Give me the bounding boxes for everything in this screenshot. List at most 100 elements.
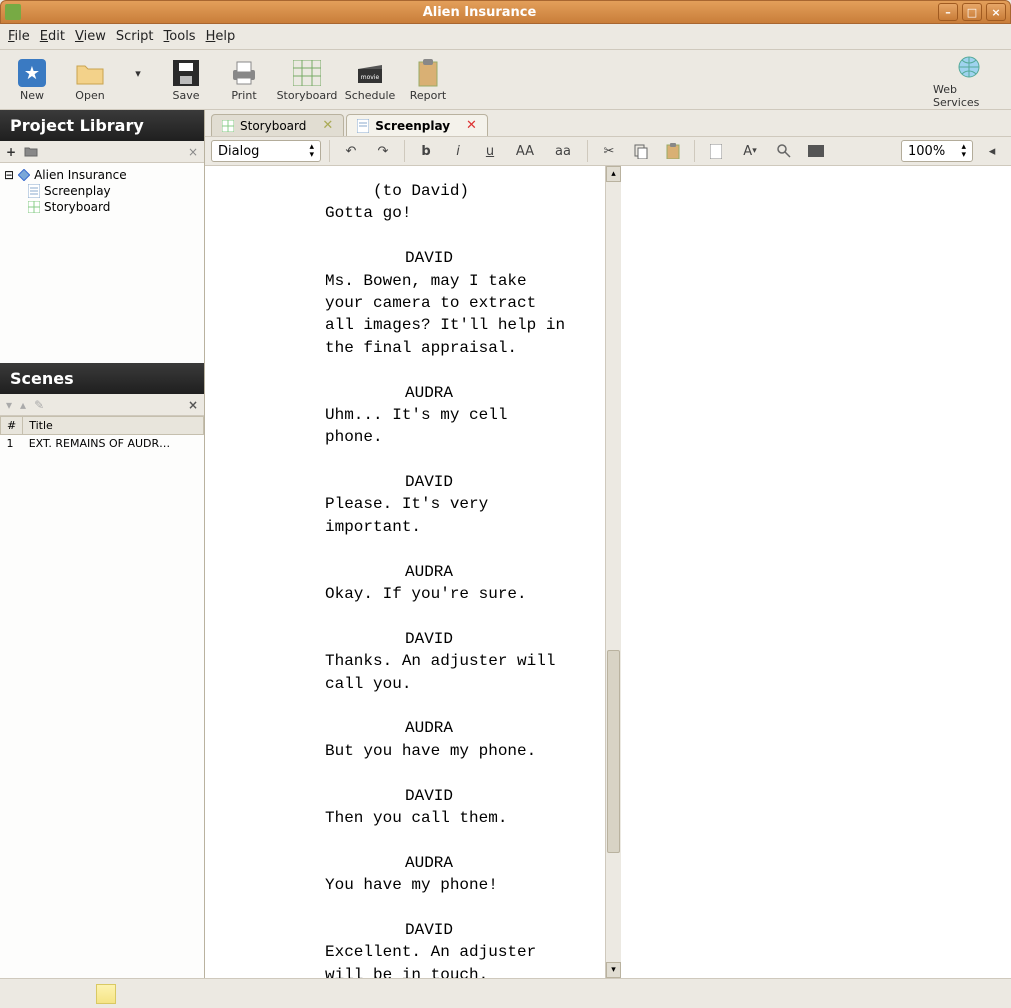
- copy-button[interactable]: [628, 139, 654, 163]
- page-button[interactable]: [703, 139, 729, 163]
- tree-screenplay[interactable]: Screenplay: [4, 183, 200, 199]
- scenes-table[interactable]: # Title 1 EXT. REMAINS OF AUDR…: [0, 416, 204, 978]
- script-line-dialog[interactable]: Excellent. An adjuster: [325, 941, 565, 963]
- close-button[interactable]: ×: [986, 3, 1006, 21]
- script-line-paren[interactable]: (to David): [325, 180, 565, 202]
- table-row[interactable]: 1 EXT. REMAINS OF AUDR…: [1, 435, 204, 453]
- script-line-dialog[interactable]: Please. It's very: [325, 493, 565, 515]
- open-button[interactable]: Open: [64, 57, 116, 102]
- underline-button[interactable]: u: [477, 139, 503, 163]
- vertical-scrollbar[interactable]: ▴ ▾: [605, 166, 621, 978]
- script-line-blank[interactable]: [325, 762, 565, 784]
- collapse-icon[interactable]: ⊟: [4, 168, 14, 182]
- menu-script[interactable]: Script: [116, 29, 154, 44]
- paste-button[interactable]: [660, 139, 686, 163]
- folder-button[interactable]: [24, 146, 38, 157]
- script-line-dialog[interactable]: all images? It'll help in: [325, 314, 565, 336]
- script-line-dialog[interactable]: Ms. Bowen, may I take: [325, 270, 565, 292]
- font-size-button[interactable]: A▾: [735, 139, 765, 163]
- script-line-dialog[interactable]: phone.: [325, 426, 565, 448]
- script-line-blank[interactable]: [325, 449, 565, 471]
- menu-help[interactable]: Help: [206, 29, 236, 44]
- script-line-dialog[interactable]: Gotta go!: [325, 202, 565, 224]
- close-scenes-button[interactable]: ×: [188, 398, 198, 412]
- menu-tools[interactable]: Tools: [164, 29, 196, 44]
- move-up-button[interactable]: ▴: [20, 398, 26, 412]
- tree-storyboard[interactable]: Storyboard: [4, 199, 200, 215]
- script-line-character[interactable]: AUDRA: [325, 717, 565, 739]
- menu-file[interactable]: File: [8, 29, 30, 44]
- script-line-blank[interactable]: [325, 225, 565, 247]
- script-line-character[interactable]: DAVID: [325, 628, 565, 650]
- script-line-blank[interactable]: [325, 829, 565, 851]
- notes-icon[interactable]: [96, 984, 116, 1004]
- script-line-dialog[interactable]: Then you call them.: [325, 807, 565, 829]
- script-line-dialog[interactable]: Okay. If you're sure.: [325, 583, 565, 605]
- script-line-dialog[interactable]: But you have my phone.: [325, 740, 565, 762]
- script-line-blank[interactable]: [325, 359, 565, 381]
- project-tree[interactable]: ⊟ Alien Insurance Screenplay Storyboard: [0, 163, 204, 363]
- col-number[interactable]: #: [1, 417, 23, 435]
- find-button[interactable]: [771, 139, 797, 163]
- undo-button[interactable]: ↶: [338, 139, 364, 163]
- svg-text:movie: movie: [361, 74, 380, 81]
- report-button[interactable]: Report: [402, 57, 454, 102]
- lowercase-button[interactable]: aa: [547, 139, 579, 163]
- italic-button[interactable]: i: [445, 139, 471, 163]
- script-line-dialog[interactable]: Uhm... It's my cell: [325, 404, 565, 426]
- schedule-button[interactable]: movie Schedule: [344, 57, 396, 102]
- view-mode-button[interactable]: [803, 139, 829, 163]
- script-line-character[interactable]: DAVID: [325, 785, 565, 807]
- script-line-dialog[interactable]: will be in touch.: [325, 964, 565, 978]
- menu-view[interactable]: View: [75, 29, 106, 44]
- zoom-select[interactable]: 100% ▴▾: [901, 140, 973, 162]
- script-line-dialog[interactable]: the final appraisal.: [325, 337, 565, 359]
- tab-screenplay[interactable]: Screenplay ✕: [346, 114, 488, 136]
- screenplay-editor[interactable]: (to David)Gotta go! DAVIDMs. Bowen, may …: [205, 166, 1011, 978]
- overflow-button[interactable]: ◂: [979, 139, 1005, 163]
- script-line-character[interactable]: DAVID: [325, 247, 565, 269]
- script-line-blank[interactable]: [325, 897, 565, 919]
- print-button[interactable]: Print: [218, 57, 270, 102]
- script-line-character[interactable]: AUDRA: [325, 852, 565, 874]
- redo-button[interactable]: ↷: [370, 139, 396, 163]
- style-select[interactable]: Dialog ▴▾: [211, 140, 321, 162]
- tree-project-root[interactable]: ⊟ Alien Insurance: [4, 167, 200, 183]
- scroll-thumb[interactable]: [607, 650, 620, 853]
- tab-storyboard[interactable]: Storyboard ✕: [211, 114, 344, 136]
- scroll-up-button[interactable]: ▴: [606, 166, 621, 182]
- script-line-character[interactable]: AUDRA: [325, 382, 565, 404]
- save-button[interactable]: Save: [160, 57, 212, 102]
- scroll-track[interactable]: [606, 182, 621, 962]
- minimize-button[interactable]: –: [938, 3, 958, 21]
- open-dropdown[interactable]: ▾: [122, 57, 154, 102]
- menu-edit[interactable]: Edit: [40, 29, 65, 44]
- script-line-character[interactable]: DAVID: [325, 919, 565, 941]
- close-icon[interactable]: ✕: [322, 118, 333, 133]
- move-down-button[interactable]: ▾: [6, 398, 12, 412]
- close-icon[interactable]: ✕: [466, 118, 477, 133]
- scroll-down-button[interactable]: ▾: [606, 962, 621, 978]
- edit-scene-button[interactable]: ✎: [34, 398, 44, 412]
- storyboard-button[interactable]: Storyboard: [276, 57, 338, 102]
- web-services-button[interactable]: Web Services: [933, 51, 1005, 109]
- script-line-blank[interactable]: [325, 538, 565, 560]
- bold-button[interactable]: b: [413, 139, 439, 163]
- script-line-dialog[interactable]: call you.: [325, 673, 565, 695]
- maximize-button[interactable]: □: [962, 3, 982, 21]
- script-line-dialog[interactable]: Thanks. An adjuster will: [325, 650, 565, 672]
- new-button[interactable]: ★ New: [6, 57, 58, 102]
- star-icon: ★: [16, 57, 48, 89]
- script-line-dialog[interactable]: important.: [325, 516, 565, 538]
- close-panel-button[interactable]: ×: [188, 145, 198, 159]
- uppercase-button[interactable]: AA: [509, 139, 541, 163]
- script-line-blank[interactable]: [325, 695, 565, 717]
- script-line-blank[interactable]: [325, 605, 565, 627]
- add-item-button[interactable]: +: [6, 145, 16, 159]
- script-line-dialog[interactable]: your camera to extract: [325, 292, 565, 314]
- script-line-dialog[interactable]: You have my phone!: [325, 874, 565, 896]
- col-title[interactable]: Title: [23, 417, 204, 435]
- script-line-character[interactable]: DAVID: [325, 471, 565, 493]
- cut-button[interactable]: ✂: [596, 139, 622, 163]
- script-line-character[interactable]: AUDRA: [325, 561, 565, 583]
